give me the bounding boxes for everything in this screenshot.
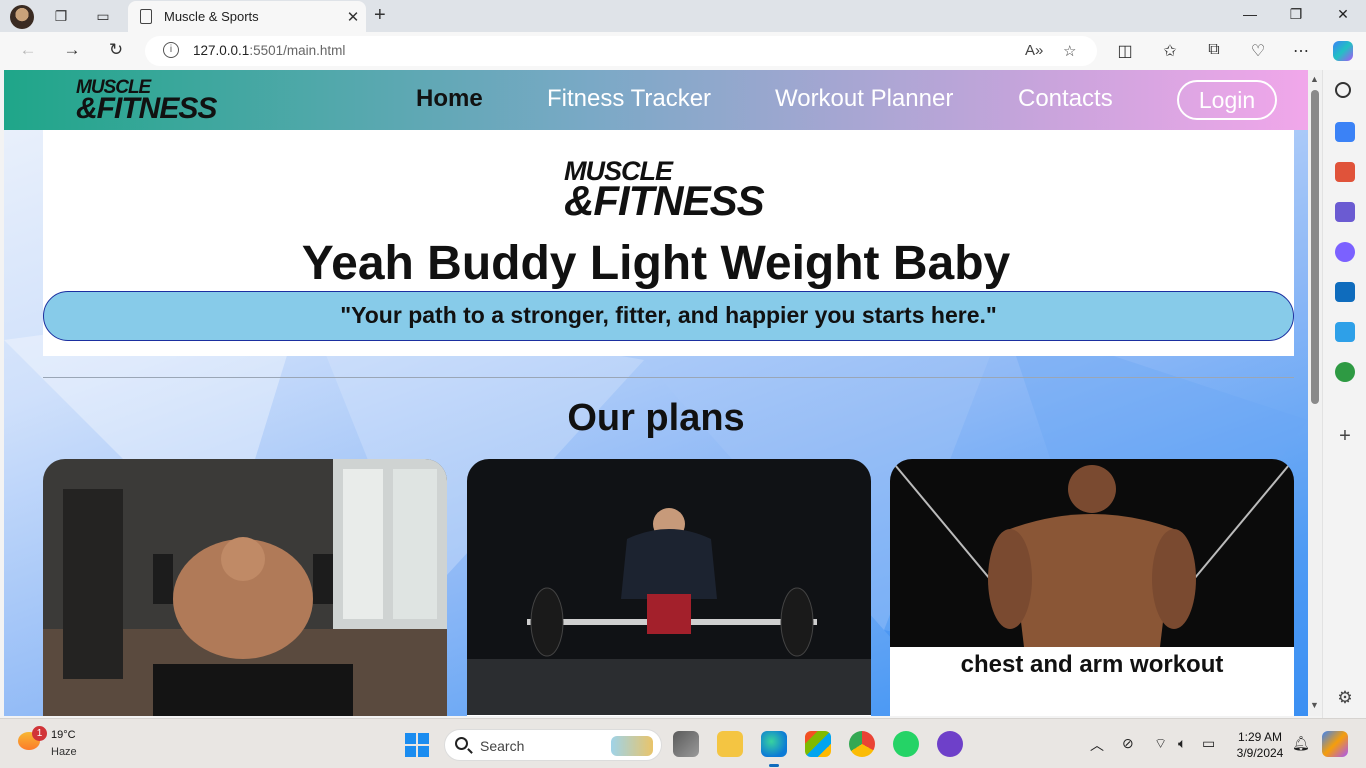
network-off-icon[interactable]: ⊘	[1122, 735, 1134, 752]
workspaces-icon[interactable]: ❐	[50, 5, 72, 27]
file-explorer-icon[interactable]	[717, 731, 743, 757]
search-icon	[455, 737, 468, 750]
microsoft-365-icon[interactable]	[1335, 242, 1355, 262]
hero-headline: Yeah Buddy Light Weight Baby	[301, 237, 1011, 290]
page-viewport: MUSCLE &FITNESS Home Fitness Tracker Wor…	[4, 70, 1308, 716]
hero-quote: "Your path to a stronger, fitter, and ha…	[43, 291, 1294, 341]
store-icon[interactable]	[805, 731, 831, 757]
address-input[interactable]: i 127.0.0.1:5501/main.html A» ☆	[145, 36, 1097, 66]
send-icon[interactable]	[1335, 322, 1355, 342]
scrollbar-thumb[interactable]	[1311, 90, 1319, 404]
wifi-icon[interactable]: ⌔	[1154, 735, 1167, 753]
page-icon	[140, 9, 152, 24]
shopping-icon[interactable]	[1335, 122, 1355, 142]
restore-icon[interactable]: ❐	[1286, 6, 1306, 23]
clock-date: 3/9/2024	[1236, 746, 1284, 760]
nav-contacts[interactable]: Contacts	[1018, 85, 1113, 113]
weather-badge: 1	[32, 726, 47, 741]
add-sidebar-app-icon[interactable]: +	[1335, 426, 1355, 446]
taskbar-search[interactable]: Search	[444, 729, 662, 761]
nav-logo[interactable]: MUSCLE &FITNESS	[76, 78, 217, 123]
hero-logo: MUSCLE &FITNESS	[564, 156, 765, 224]
edge-sidebar: + ⚙	[1322, 70, 1366, 718]
show-hidden-icons-icon[interactable]: ︿	[1090, 735, 1104, 755]
new-tab-button[interactable]: +	[374, 4, 386, 27]
sidebar-settings-icon[interactable]: ⚙	[1335, 688, 1355, 708]
plans-title: Our plans	[567, 397, 745, 439]
clock-time: 1:29 AM	[1237, 730, 1283, 744]
login-button[interactable]: Login	[1177, 80, 1277, 120]
whatsapp-icon[interactable]	[893, 731, 919, 757]
plan-card-incline-press[interactable]	[43, 459, 447, 716]
browser-essentials-icon[interactable]: ♡	[1248, 41, 1268, 61]
section-divider	[43, 377, 1294, 378]
outlook-icon[interactable]	[1335, 282, 1355, 302]
address-toolbar: ← → ↻ i 127.0.0.1:5501/main.html A» ☆ ◫ …	[0, 32, 1366, 70]
collections-icon[interactable]: ⧉	[1204, 41, 1224, 61]
weather-condition: Haze	[51, 746, 77, 758]
close-tab-icon[interactable]: ✕	[340, 8, 366, 26]
system-clock[interactable]: 1:29 AM 3/9/2024	[1228, 729, 1292, 761]
more-menu-icon[interactable]: ⋯	[1291, 41, 1311, 61]
copilot-icon[interactable]	[1333, 41, 1353, 61]
plan-caption	[467, 715, 871, 716]
favorites-icon[interactable]: ✩	[1160, 41, 1180, 61]
games-icon[interactable]	[1335, 202, 1355, 222]
browser-tab-active[interactable]: Muscle & Sports ✕	[128, 1, 366, 32]
scroll-up-icon[interactable]: ▲	[1310, 74, 1319, 84]
nav-workout-planner[interactable]: Workout Planner	[775, 85, 953, 113]
scroll-down-icon[interactable]: ▼	[1310, 700, 1319, 710]
tools-icon[interactable]	[1335, 162, 1355, 182]
plan-image-incline-press	[43, 459, 447, 716]
site-info-icon[interactable]: i	[163, 42, 179, 58]
close-window-icon[interactable]: ✕	[1333, 6, 1353, 23]
weather-temperature: 19°C	[51, 729, 76, 741]
nav-fitness-tracker[interactable]: Fitness Tracker	[547, 85, 711, 113]
edge-app-icon[interactable]	[761, 731, 787, 767]
forward-icon[interactable]: →	[60, 40, 84, 62]
plan-card-chest-arm[interactable]: chest and arm workout	[890, 459, 1294, 716]
page-scrollbar[interactable]: ▲ ▼	[1308, 70, 1322, 716]
favorite-star-icon[interactable]: ☆	[1063, 42, 1076, 60]
browser-tab-bar: ❐ ▭ Muscle & Sports ✕ + — ❐ ✕	[0, 0, 1366, 32]
plan-image-chest-arm	[890, 459, 1294, 647]
battery-icon[interactable]: ▭	[1202, 735, 1215, 752]
plan-card-deadlift[interactable]	[467, 459, 871, 716]
split-screen-icon[interactable]: ◫	[1115, 41, 1135, 61]
site-navbar: MUSCLE &FITNESS Home Fitness Tracker Wor…	[4, 70, 1308, 130]
copilot-taskbar-icon[interactable]	[1322, 731, 1348, 757]
tree-icon[interactable]	[1335, 362, 1355, 382]
task-view-icon[interactable]	[673, 731, 699, 757]
search-highlight-icon	[611, 736, 653, 756]
profile-avatar[interactable]	[10, 5, 34, 29]
tab-title: Muscle & Sports	[164, 9, 259, 24]
chrome-icon[interactable]	[849, 731, 875, 757]
refresh-icon[interactable]: ↻	[104, 40, 128, 62]
volume-icon[interactable]: 🔈︎	[1178, 735, 1186, 752]
notifications-icon[interactable]: 🔔︎	[1292, 735, 1310, 752]
url-text: 127.0.0.1:5501/main.html	[193, 43, 346, 58]
read-aloud-icon[interactable]: A»	[1025, 42, 1043, 59]
plan-image-deadlift	[467, 459, 871, 715]
github-desktop-icon[interactable]	[937, 731, 963, 757]
tab-actions-icon[interactable]: ▭	[92, 5, 114, 27]
start-button[interactable]	[405, 733, 429, 757]
sidebar-search-icon[interactable]	[1335, 82, 1351, 98]
back-icon[interactable]: ←	[16, 40, 40, 62]
search-label: Search	[480, 738, 525, 754]
windows-taskbar: 1 19°C Haze Search ︿ ⊘ ⌔ 🔈︎ ▭ 1:29 AM 3/…	[0, 718, 1366, 768]
minimize-icon[interactable]: —	[1240, 6, 1260, 22]
nav-home[interactable]: Home	[416, 85, 483, 113]
plan-caption[interactable]: chest and arm workout	[890, 647, 1294, 716]
